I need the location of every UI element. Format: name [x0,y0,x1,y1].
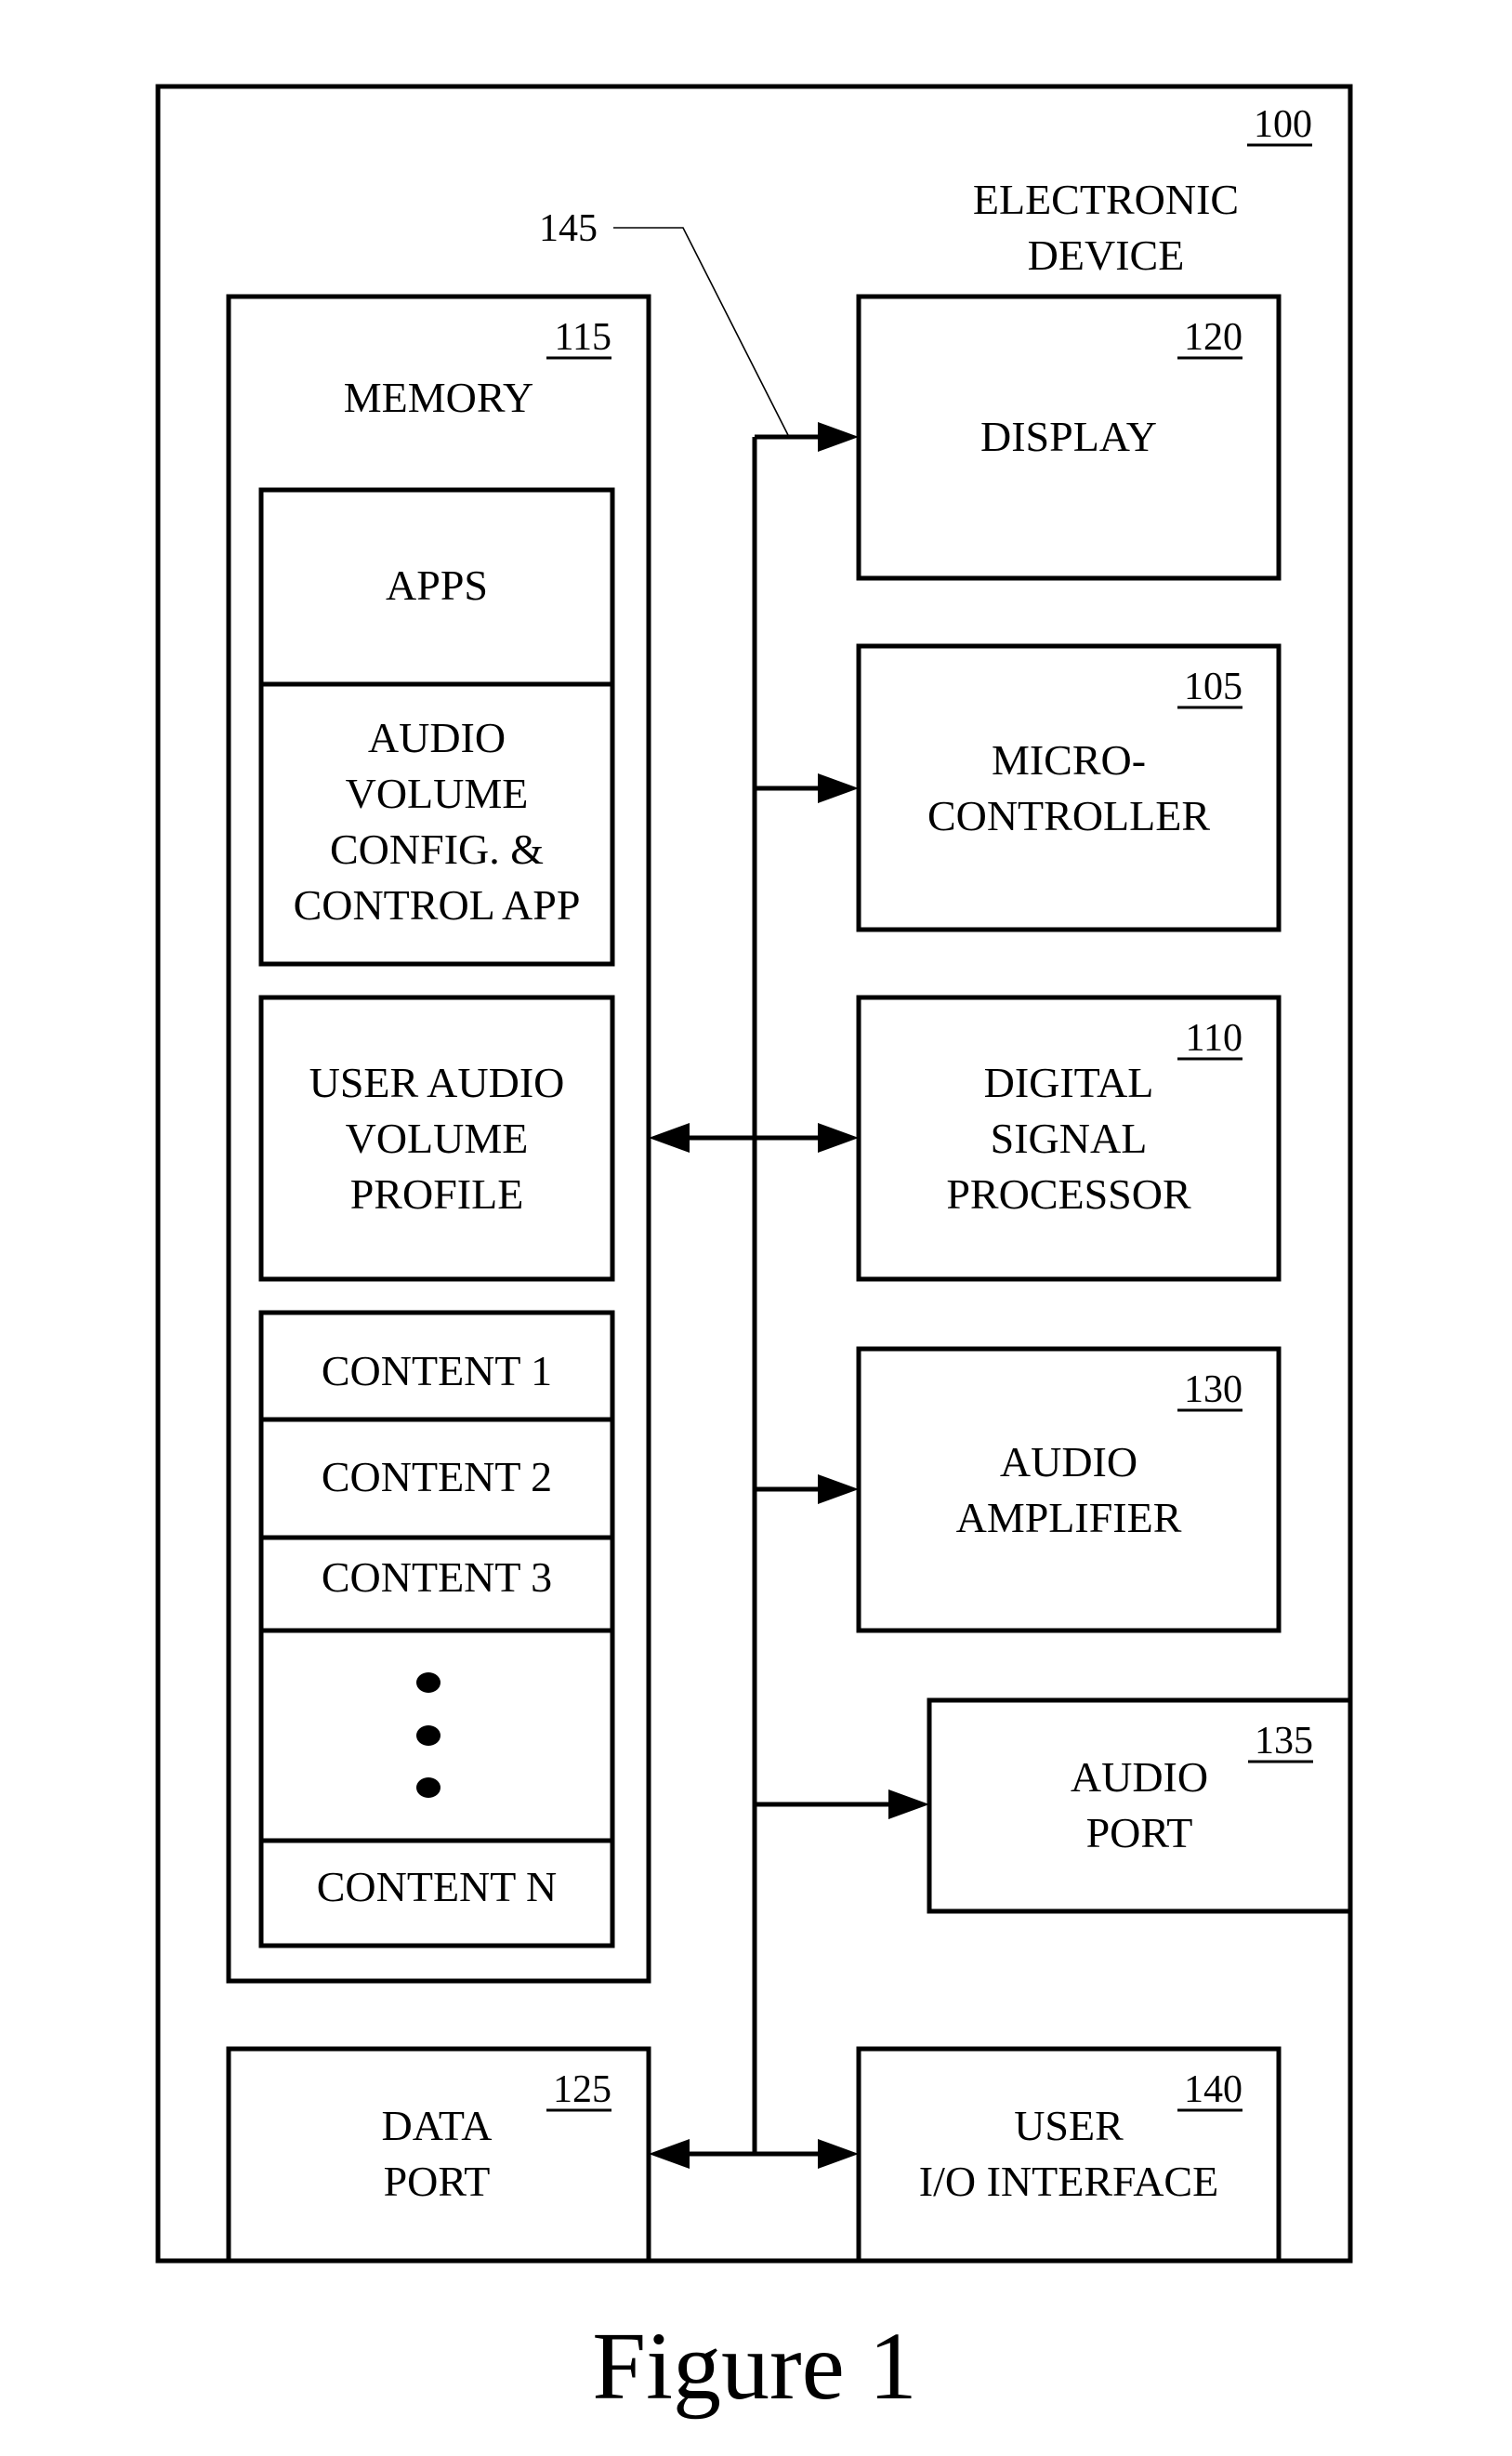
display-ref-number: 120 [1184,316,1242,359]
user-io-line-1: USER [1014,2102,1124,2149]
audio-port-ref-number: 135 [1255,1720,1313,1763]
content-item-2: CONTENT 2 [322,1453,552,1500]
control-app-line-4: CONTROL APP [294,881,581,929]
microcontroller-line-1: MICRO- [992,736,1146,784]
memory-title: MEMORY [344,374,533,421]
memory-ref-number: 115 [555,316,611,359]
dsp-line-1: DIGITAL [984,1059,1154,1106]
audio-port-line-2: PORT [1086,1809,1193,1856]
dsp-ref-number: 110 [1186,1017,1242,1060]
dsp-line-3: PROCESSOR [946,1170,1191,1218]
control-app-line-2: VOLUME [346,770,529,817]
content-item-3: CONTENT 3 [322,1553,552,1601]
device-title-line-2: DEVICE [1028,231,1185,279]
audio-port-line-1: AUDIO [1071,1753,1208,1801]
block-diagram: 100 ELECTRONIC DEVICE 145 115 MEMORY APP… [155,84,1353,2420]
content-item-1: CONTENT 1 [322,1347,552,1394]
user-io-line-2: I/O INTERFACE [919,2158,1218,2205]
bus-ref-number: 145 [539,207,598,250]
user-io-ref-number: 140 [1184,2068,1242,2111]
profile-line-3: PROFILE [350,1170,524,1218]
dsp-line-2: SIGNAL [991,1115,1148,1162]
apps-label: APPS [386,561,488,609]
amplifier-line-2: AMPLIFIER [956,1494,1182,1541]
profile-line-1: USER AUDIO [309,1059,565,1106]
microcontroller-ref-number: 105 [1184,666,1242,708]
control-app-line-1: AUDIO [368,714,506,761]
amplifier-line-1: AUDIO [1000,1438,1137,1485]
data-port-line-2: PORT [384,2158,491,2205]
figure-caption: Figure 1 [592,2313,917,2420]
content-item-n: CONTENT N [317,1863,558,1910]
data-port-ref-number: 125 [553,2068,611,2111]
device-ref-number: 100 [1254,103,1312,146]
device-title-line-1: ELECTRONIC [973,176,1239,223]
control-app-line-3: CONFIG. & [330,825,544,873]
data-port-line-1: DATA [382,2102,493,2149]
amplifier-ref-number: 130 [1184,1368,1242,1411]
display-label: DISPLAY [980,413,1157,460]
microcontroller-line-2: CONTROLLER [927,792,1210,839]
profile-line-2: VOLUME [346,1115,529,1162]
